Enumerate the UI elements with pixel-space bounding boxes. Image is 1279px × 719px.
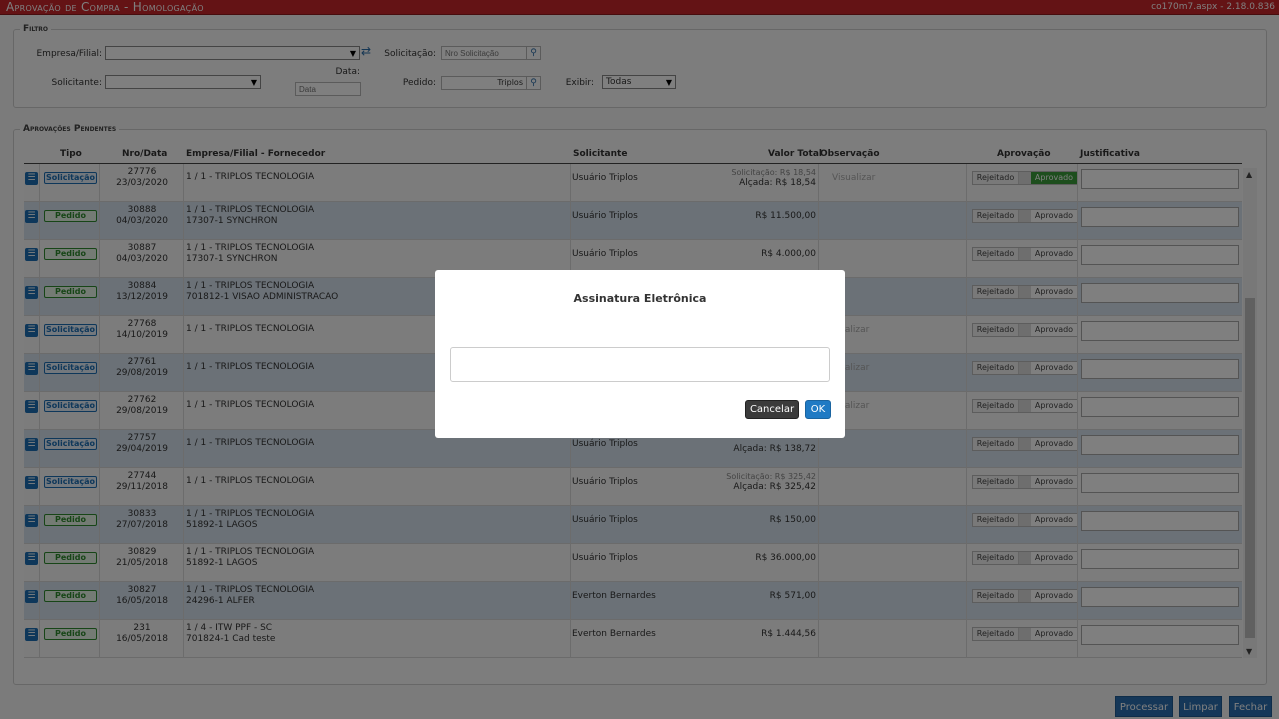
ok-button[interactable]: OK bbox=[805, 400, 831, 419]
cancel-button[interactable]: Cancelar bbox=[745, 400, 799, 419]
signature-input[interactable] bbox=[450, 347, 830, 382]
dialog-title: Assinatura Eletrônica bbox=[573, 292, 707, 305]
signature-dialog: Assinatura Eletrônica Cancelar OK bbox=[435, 270, 845, 438]
